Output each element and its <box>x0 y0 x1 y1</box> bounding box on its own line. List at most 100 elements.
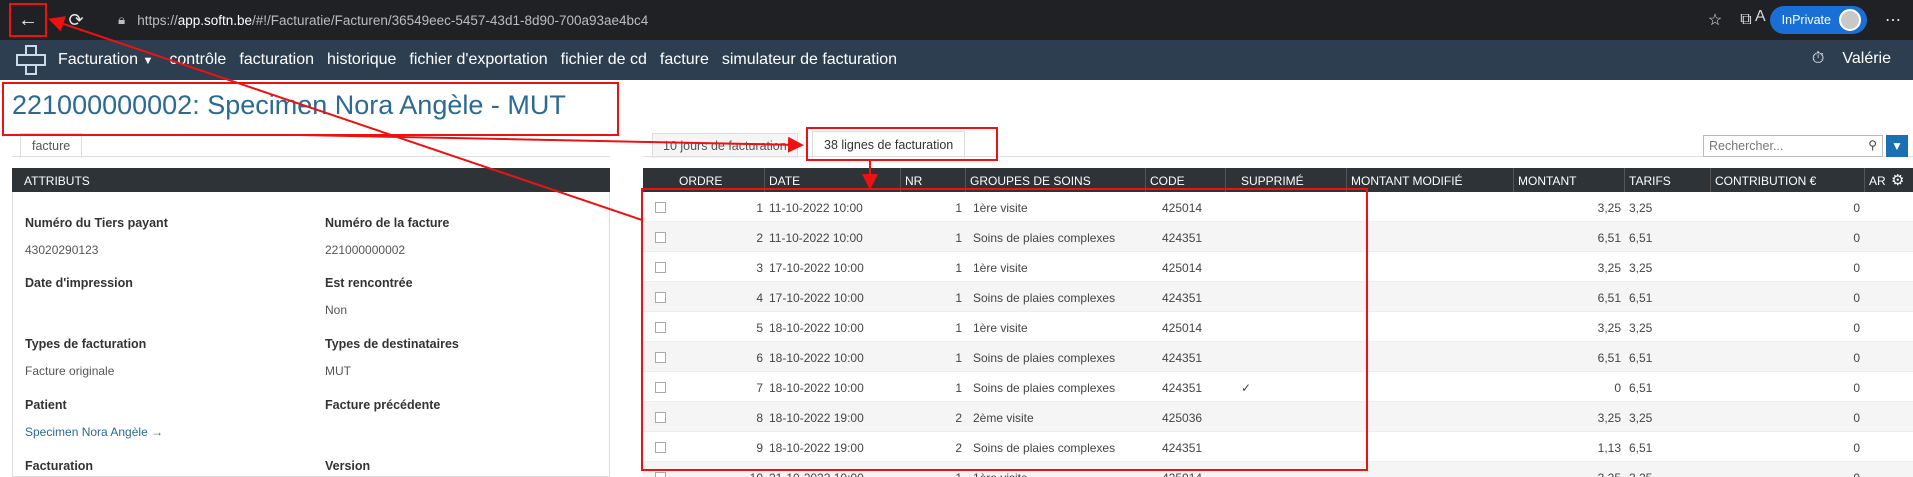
cell-code: 425014 <box>1162 471 1202 477</box>
browser-toolbar: ← ⟳ 🔒︎ https://app.softn.be/#!/Facturati… <box>0 0 1913 40</box>
attr-facturation: Facturation <box>25 459 93 473</box>
cell-contribution: 0 <box>1715 471 1860 477</box>
app-logo-icon[interactable] <box>14 43 48 77</box>
attr-date-impression: Date d'impression <box>25 276 133 303</box>
col-montant-modifie[interactable]: MONTANT MODIFIÉ <box>1351 174 1463 188</box>
cell-montant: 3,25 <box>1597 201 1621 215</box>
attr-types-destinataires: Types de destinataires MUT <box>325 337 459 378</box>
nav-brand-dropdown[interactable]: Facturation ▼ <box>58 51 153 69</box>
inprivate-label: InPrivate <box>1781 13 1831 27</box>
stopwatch-icon[interactable]: ⏱ <box>1812 50 1824 68</box>
user-menu[interactable]: Valérie <box>1842 50 1891 68</box>
cell-montant: 3,25 <box>1597 411 1621 425</box>
cell-tarifs: 6,51 <box>1629 351 1653 365</box>
favorites-icon[interactable]: ☆ <box>1708 10 1722 30</box>
attr-value: 221000000002 <box>325 243 406 257</box>
more-menu-icon[interactable]: ⋯ <box>1885 10 1901 30</box>
cell-contribution: 0 <box>1853 351 1860 365</box>
reload-icon[interactable]: ⟳ <box>58 2 94 38</box>
annotation-title <box>2 82 619 136</box>
collections-icon[interactable]: ⧉ <box>1740 11 1751 29</box>
attr-patient: Patient Specimen Nora Angèle → <box>25 398 163 439</box>
col-nr[interactable]: NR <box>905 174 922 188</box>
search-icon[interactable]: ⚲ <box>1868 138 1877 152</box>
divider <box>12 156 610 157</box>
cell-montant: 0 <box>1614 381 1621 395</box>
nav-brand-label: Facturation <box>58 51 139 68</box>
cell-contribution: 0 <box>1853 411 1860 425</box>
chevron-down-icon: ▼ <box>142 55 154 67</box>
col-code[interactable]: CODE <box>1150 174 1185 188</box>
app-navbar: Facturation ▼ contrôle facturation histo… <box>0 40 1913 80</box>
attr-types-facturation: Types de facturation Facture originale <box>25 337 146 378</box>
cell-tarifs: 6,51 <box>1629 441 1653 455</box>
cell-groupe: 1ère visite <box>973 471 1028 477</box>
attr-label: Facturation <box>25 459 94 473</box>
col-date[interactable]: DATE <box>769 174 800 188</box>
nav-item-controle[interactable]: contrôle <box>169 51 226 69</box>
attr-label: Types de facturation <box>25 337 147 351</box>
attr-label: Version <box>325 459 371 473</box>
cell-tarifs: 6,51 <box>1629 231 1653 245</box>
attr-label: Types de destinataires <box>325 337 459 351</box>
patient-link[interactable]: Specimen Nora Angèle → <box>25 425 163 439</box>
col-supprime[interactable]: SUPPRIMÉ <box>1241 174 1304 188</box>
cell-tarifs: 3,25 <box>1629 261 1653 275</box>
attr-label: Numéro du Tiers payant <box>25 216 168 230</box>
nav-item-fichier-cd[interactable]: fichier de cd <box>561 51 647 69</box>
cell-tarifs: 6,51 <box>1629 291 1653 305</box>
tab-facture[interactable]: facture <box>20 133 83 158</box>
gear-icon[interactable]: ⚙ <box>1891 171 1904 189</box>
col-groupes[interactable]: GROUPES DE SOINS <box>970 174 1091 188</box>
cell-contribution: 0 <box>1853 201 1860 215</box>
col-ar[interactable]: AR <box>1869 174 1886 188</box>
cell-montant: 6,51 <box>1597 291 1621 305</box>
inprivate-badge[interactable]: InPrivate <box>1769 6 1867 34</box>
cell-contribution: 0 <box>1853 231 1860 245</box>
attr-numero-facture: Numéro de la facture 221000000002 <box>325 216 449 257</box>
avatar <box>1839 9 1861 31</box>
cell-montant: 3,25 <box>1523 471 1621 477</box>
annotation-back <box>9 3 47 37</box>
nav-item-simulateur[interactable]: simulateur de facturation <box>722 51 897 69</box>
col-contribution[interactable]: CONTRIBUTION € <box>1715 174 1816 188</box>
address-bar[interactable]: 🔒︎ https://app.softn.be/#!/Facturatie/Fa… <box>100 5 1670 35</box>
cell-tarifs: 6,51 <box>1629 381 1653 395</box>
attr-version: Version <box>325 459 370 473</box>
attr-facture-precedente: Facture précédente <box>325 398 440 425</box>
filter-icon[interactable]: ▼ <box>1886 135 1908 157</box>
url-path: /#!/Facturatie/Facturen/36549eec-5457-43… <box>252 12 649 28</box>
attr-est-rencontree: Est rencontrée Non <box>325 276 413 317</box>
cell-montant: 3,25 <box>1597 321 1621 335</box>
url-host: app.softn.be <box>177 12 253 28</box>
cell-tarifs: 3,25 <box>1629 411 1653 425</box>
nav-item-facture[interactable]: facture <box>660 51 709 69</box>
lock-icon: 🔒︎ <box>118 12 126 27</box>
cell-montant: 6,51 <box>1597 231 1621 245</box>
annotation-table <box>641 188 1368 471</box>
nav-item-fichier-exportation[interactable]: fichier d'exportation <box>409 51 547 69</box>
cell-montant: 1,13 <box>1597 441 1621 455</box>
attr-label: Numéro de la facture <box>325 216 450 230</box>
col-montant[interactable]: MONTANT <box>1518 174 1576 188</box>
cell-date: 21-10-2022 10:00 <box>769 471 864 477</box>
nav-item-facturation[interactable]: facturation <box>239 51 314 69</box>
col-ordre[interactable]: ORDRE <box>679 174 722 188</box>
col-tarifs[interactable]: TARIFS <box>1629 174 1671 188</box>
row-checkbox[interactable] <box>655 472 666 477</box>
attr-value: 43020290123 <box>25 243 99 257</box>
attr-value: Facture originale <box>25 364 115 378</box>
cell-ordre: 10 <box>703 471 763 477</box>
attr-label: Patient <box>25 398 67 412</box>
nav-item-historique[interactable]: historique <box>327 51 396 69</box>
cell-contribution: 0 <box>1853 321 1860 335</box>
cell-montant: 6,51 <box>1597 351 1621 365</box>
attributes-header: ATTRIBUTS <box>12 168 610 192</box>
tab-jours-facturation[interactable]: 10 jours de facturation <box>652 133 798 158</box>
attr-tiers-payant: Numéro du Tiers payant 43020290123 <box>25 216 168 257</box>
cell-tarifs: 3,25 <box>1629 471 1652 477</box>
attr-value: MUT <box>325 364 351 378</box>
search-input[interactable]: Rechercher... ⚲ <box>1703 135 1883 157</box>
cell-contribution: 0 <box>1853 441 1860 455</box>
attr-label: Facture précédente <box>325 398 441 412</box>
